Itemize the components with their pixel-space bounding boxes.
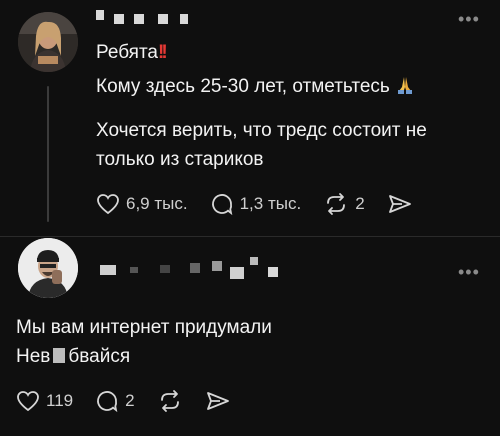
reply-count: 2 (125, 391, 135, 410)
post-1: ••• Ребята!! Кому здесь 25-30 лет, отмет… (0, 0, 500, 236)
repost-icon (327, 193, 346, 215)
double-exclamation-icon: !! (158, 42, 168, 63)
like-count: 6,9 тыс. (126, 194, 188, 213)
post-text-line-4: только из стариков (96, 149, 264, 170)
more-icon[interactable]: ••• (458, 10, 480, 28)
post-text-line-3: Хочется верить, что тредс состоит не (96, 120, 427, 141)
reply-count: 1,3 тыс. (239, 194, 302, 213)
avatar[interactable] (18, 238, 78, 298)
like-button[interactable]: 6,9 тыс. (96, 193, 188, 215)
redacted-letters (53, 348, 66, 363)
post-text-line-1: Ребята!! (96, 42, 168, 63)
share-button[interactable] (387, 193, 413, 215)
post-text-line-1: Мы вам интернет придумали (16, 317, 272, 338)
share-button[interactable] (205, 390, 231, 412)
heart-icon (97, 194, 119, 215)
praying-hands-icon (395, 75, 415, 95)
repost-button[interactable] (157, 389, 183, 413)
avatar[interactable] (18, 12, 78, 72)
post-actions: 119 2 (16, 389, 253, 413)
share-icon (388, 195, 411, 213)
comment-icon (211, 194, 232, 216)
like-button[interactable]: 119 (16, 390, 73, 412)
repost-count: 2 (355, 194, 365, 213)
username-redacted[interactable] (96, 10, 188, 24)
like-count: 119 (46, 391, 74, 410)
post-text-line-2: Кому здесь 25-30 лет, отметьтесь (96, 72, 415, 101)
post-text-line-2: Нев бвайся (16, 346, 131, 367)
thread-line (47, 86, 49, 222)
reply-button[interactable]: 2 (95, 389, 135, 413)
post-2: ••• Мы вам интернет придумали Нев бвайся … (0, 237, 500, 436)
repost-icon (160, 390, 179, 412)
more-icon[interactable]: ••• (458, 263, 480, 281)
comment-icon (97, 391, 118, 413)
username-redacted[interactable] (100, 255, 280, 279)
post-actions: 6,9 тыс. 1,3 тыс. 2 (96, 192, 435, 216)
repost-button[interactable]: 2 (323, 192, 365, 216)
reply-button[interactable]: 1,3 тыс. (210, 192, 302, 216)
share-icon (206, 392, 229, 410)
heart-icon (17, 391, 39, 412)
